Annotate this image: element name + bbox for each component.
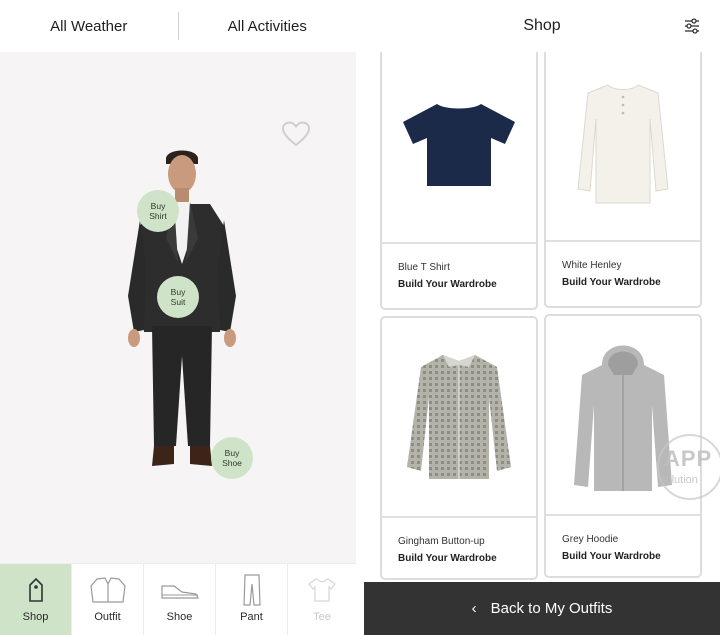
product-card[interactable]: Blue T Shirt Build Your Wardrobe [380,46,538,310]
bottom-nav: Shop Outfit Shoe Pant Tee [0,563,356,635]
nav-tee[interactable]: Tee [288,564,356,635]
shop-panel: Shop Blue T Shirt Build Your Wardrobe Wh… [364,0,720,635]
nav-tee-label: Tee [313,611,331,623]
shop-header: Shop [364,0,720,52]
sliders-icon[interactable] [684,18,700,34]
buy-shoe-line2: Shoe [222,458,242,468]
product-subtitle: Build Your Wardrobe [398,553,497,564]
buy-suit-line2: Suit [170,297,186,307]
shoe-icon [160,585,199,599]
buy-suit-button[interactable]: Buy Suit [157,276,199,318]
filter-header: All Weather All Activities [0,0,356,52]
nav-shop[interactable]: Shop [0,564,72,635]
nav-outfit[interactable]: Outfit [72,564,144,635]
nav-shop-label: Shop [22,611,49,623]
buy-shirt-button[interactable]: Buy Shirt [137,190,179,232]
product-subtitle: Build Your Wardrobe [398,279,497,290]
nav-shoe[interactable]: Shoe [144,564,216,635]
product-name: Blue T Shirt [398,262,450,273]
tshirt-image [403,104,515,186]
buy-shoe-button[interactable]: Buy Shoe [211,437,253,479]
henley-image [577,84,669,204]
outfit-panel: All Weather All Activities Buy Shirt Buy… [0,0,356,635]
back-to-outfits-button[interactable]: ‹ Back to My Outfits [364,582,720,635]
product-name: Grey Hoodie [562,534,619,545]
app-solution-watermark: APP solution [650,432,720,502]
watermark-line2: solution [660,474,698,486]
suit-icon [89,577,126,603]
heart-icon[interactable] [282,121,310,147]
buy-shoe-line1: Buy [224,448,240,458]
product-image [382,318,536,518]
product-text: White Henley Build Your Wardrobe [562,260,661,288]
product-text: Blue T Shirt Build Your Wardrobe [398,262,497,290]
gingham-shirt-image [407,355,511,479]
activity-filter[interactable]: All Activities [179,18,357,35]
tee-icon [308,578,336,602]
pant-icon [242,574,261,606]
product-text: Grey Hoodie Build Your Wardrobe [562,534,661,562]
product-text: Gingham Button-up Build Your Wardrobe [398,536,497,564]
buy-shirt-line2: Shirt [149,211,167,221]
nav-outfit-label: Outfit [94,611,121,623]
nav-pant-label: Pant [240,611,263,623]
product-subtitle: Build Your Wardrobe [562,551,661,562]
shop-title: Shop [523,17,561,34]
chevron-left-icon: ‹ [471,600,477,617]
product-name: White Henley [562,260,622,271]
back-button-label: Back to My Outfits [490,600,613,617]
product-card[interactable]: White Henley Build Your Wardrobe [544,46,702,308]
product-card[interactable]: Gingham Button-up Build Your Wardrobe [380,316,538,580]
product-name: Gingham Button-up [398,536,485,547]
nav-pant[interactable]: Pant [216,564,288,635]
nav-shoe-label: Shoe [166,611,193,623]
buy-shirt-line1: Buy [150,201,166,211]
tag-icon [28,577,43,602]
product-image [382,48,536,244]
weather-filter[interactable]: All Weather [0,18,178,35]
watermark-line1: APP [664,446,713,471]
buy-suit-line1: Buy [170,287,186,297]
product-subtitle: Build Your Wardrobe [562,277,661,288]
product-image [546,48,700,242]
